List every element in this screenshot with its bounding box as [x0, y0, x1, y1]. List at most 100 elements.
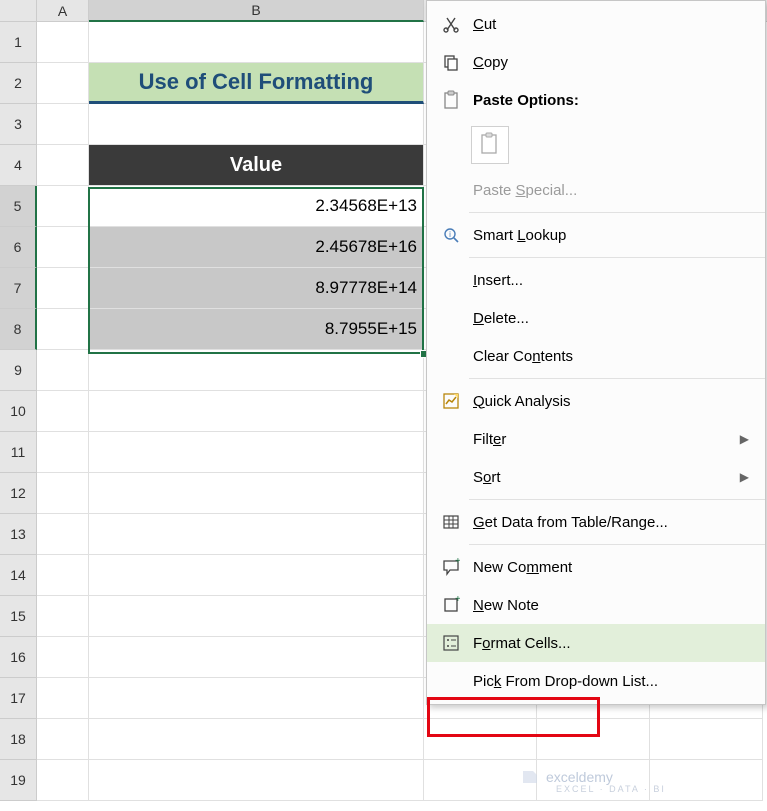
table-icon: [433, 513, 469, 531]
cell[interactable]: [37, 309, 89, 350]
cell[interactable]: [424, 719, 537, 760]
data-cell[interactable]: 8.97778E+14: [89, 268, 424, 309]
row-header-16[interactable]: 16: [0, 637, 37, 678]
data-cell[interactable]: 8.7955E+15: [89, 309, 424, 350]
cell[interactable]: [37, 555, 89, 596]
menu-new-comment[interactable]: + New Comment: [427, 548, 765, 586]
cell[interactable]: [37, 760, 89, 801]
cell[interactable]: [37, 432, 89, 473]
menu-format-cells[interactable]: Format Cells...: [427, 624, 765, 662]
row-header-7[interactable]: 7: [0, 268, 37, 309]
menu-label: Cut: [469, 16, 749, 33]
menu-label: Delete...: [469, 310, 749, 327]
cell[interactable]: [537, 719, 650, 760]
menu-new-note[interactable]: + New Note: [427, 586, 765, 624]
row-header-4[interactable]: 4: [0, 145, 37, 186]
menu-label: Pick From Drop-down List...: [469, 673, 749, 690]
cell[interactable]: [89, 596, 424, 637]
cell[interactable]: [37, 596, 89, 637]
cell[interactable]: [89, 104, 424, 145]
menu-quick-analysis[interactable]: Quick Analysis: [427, 382, 765, 420]
row-header-5[interactable]: 5: [0, 186, 37, 227]
row-header-2[interactable]: 2: [0, 63, 37, 104]
title-cell[interactable]: Use of Cell Formatting: [89, 63, 424, 104]
select-all-corner[interactable]: [0, 0, 37, 21]
menu-sort[interactable]: Sort ▶: [427, 458, 765, 496]
cell[interactable]: [89, 473, 424, 514]
col-header-B[interactable]: B: [89, 0, 424, 22]
row-header-12[interactable]: 12: [0, 473, 37, 514]
menu-cut[interactable]: Cut: [427, 5, 765, 43]
col-header-A[interactable]: A: [37, 0, 89, 21]
row-header-6[interactable]: 6: [0, 227, 37, 268]
cell[interactable]: [37, 268, 89, 309]
cell[interactable]: [89, 391, 424, 432]
cell[interactable]: [37, 678, 89, 719]
cell[interactable]: [37, 145, 89, 186]
quick-analysis-icon: [433, 392, 469, 410]
logo-icon: [520, 767, 540, 787]
cell[interactable]: [37, 350, 89, 391]
cell[interactable]: [37, 719, 89, 760]
menu-clear-contents[interactable]: Clear Contents: [427, 337, 765, 375]
row-header-10[interactable]: 10: [0, 391, 37, 432]
row-header-14[interactable]: 14: [0, 555, 37, 596]
menu-label: New Comment: [469, 559, 749, 576]
row-header-15[interactable]: 15: [0, 596, 37, 637]
column-header-value[interactable]: Value: [89, 145, 424, 186]
data-cell[interactable]: 2.45678E+16: [89, 227, 424, 268]
cell[interactable]: [37, 391, 89, 432]
watermark-text: exceldemy: [546, 769, 613, 785]
row-header-13[interactable]: 13: [0, 514, 37, 555]
menu-pick-dropdown[interactable]: Pick From Drop-down List...: [427, 662, 765, 700]
menu-copy[interactable]: Copy: [427, 43, 765, 81]
cell[interactable]: [37, 473, 89, 514]
cell[interactable]: [37, 22, 89, 63]
row-header-1[interactable]: 1: [0, 22, 37, 63]
cell[interactable]: [37, 104, 89, 145]
cell[interactable]: [89, 678, 424, 719]
cell[interactable]: [89, 22, 424, 63]
row-header-8[interactable]: 8: [0, 309, 37, 350]
menu-label: Copy: [469, 54, 749, 71]
row-header-3[interactable]: 3: [0, 104, 37, 145]
menu-label: Get Data from Table/Range...: [469, 514, 749, 531]
row-header-18[interactable]: 18: [0, 719, 37, 760]
cell[interactable]: [37, 227, 89, 268]
cell[interactable]: [650, 760, 763, 801]
data-cell[interactable]: 2.34568E+13: [89, 186, 424, 227]
row-header-19[interactable]: 19: [0, 760, 37, 801]
cell[interactable]: [89, 555, 424, 596]
cell[interactable]: [37, 637, 89, 678]
row-header-9[interactable]: 9: [0, 350, 37, 391]
cell[interactable]: [37, 514, 89, 555]
menu-label: Smart Lookup: [469, 227, 749, 244]
menu-smart-lookup[interactable]: i Smart Lookup: [427, 216, 765, 254]
menu-label: Clear Contents: [469, 348, 749, 365]
menu-paste-special: Paste Special...: [427, 171, 765, 209]
row-header-17[interactable]: 17: [0, 678, 37, 719]
menu-insert[interactable]: Insert...: [427, 261, 765, 299]
menu-label: Sort: [469, 469, 740, 486]
cell[interactable]: [89, 432, 424, 473]
cell[interactable]: [37, 63, 89, 104]
chevron-right-icon: ▶: [740, 432, 749, 446]
watermark-tagline: EXCEL · DATA · BI: [556, 784, 666, 794]
svg-text:+: +: [455, 558, 460, 567]
cell[interactable]: [650, 719, 763, 760]
menu-separator: [469, 212, 765, 213]
copy-icon: [433, 53, 469, 71]
cell[interactable]: [89, 760, 424, 801]
cell[interactable]: [89, 514, 424, 555]
cell[interactable]: [37, 186, 89, 227]
context-menu: Cut Copy Paste Options: Paste Special...…: [426, 0, 766, 705]
menu-get-data[interactable]: Get Data from Table/Range...: [427, 503, 765, 541]
row-header-11[interactable]: 11: [0, 432, 37, 473]
cell[interactable]: [89, 637, 424, 678]
menu-delete[interactable]: Delete...: [427, 299, 765, 337]
cell[interactable]: [89, 719, 424, 760]
paste-option-button[interactable]: [471, 126, 509, 164]
cell[interactable]: [89, 350, 424, 391]
menu-filter[interactable]: Filter ▶: [427, 420, 765, 458]
menu-label: Paste Options:: [469, 92, 749, 109]
